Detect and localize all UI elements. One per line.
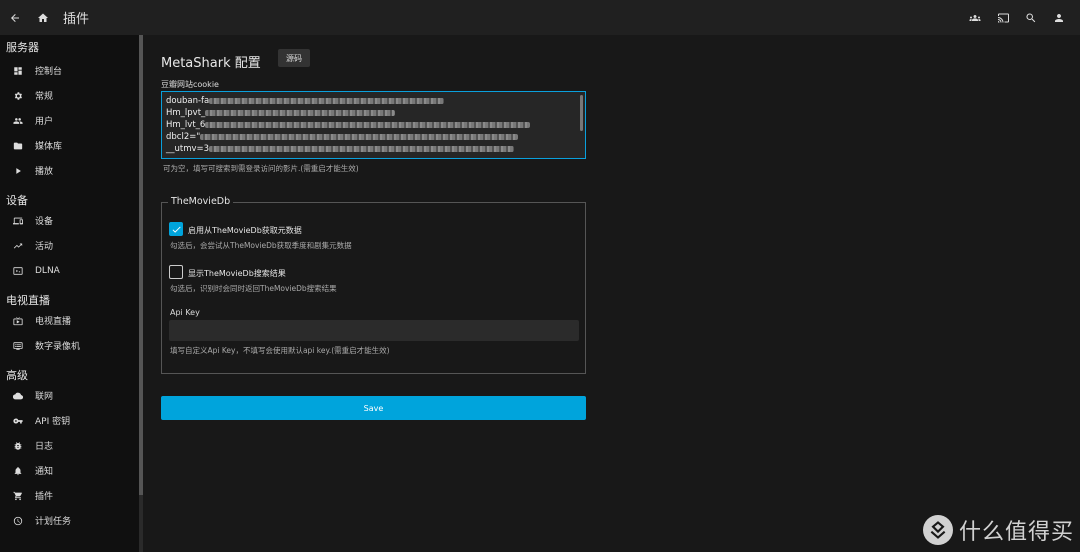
cookie-line: douban-fa [166, 95, 581, 107]
checkmark-icon [172, 226, 181, 233]
sidebar-item-label: 设备 [35, 217, 54, 227]
sidebar-scrollbar[interactable] [139, 35, 143, 552]
sidebar-item-label: 活动 [35, 242, 54, 252]
sidebar-nav: 服务器 控制台 常规 用户 媒体库 播放 设备 设备 活动 DLNA 电视直播 电视直播 数字录像机 高级… [0, 35, 143, 533]
plugin-config-panel: MetaShark 配置 源码 豆瓣网站cookie douban-fa Hm_… [146, 35, 1080, 552]
sidebar-item-clock[interactable]: 计划任务 [0, 508, 143, 533]
sidebar-item-devices[interactable]: 设备 [0, 208, 143, 233]
show-tmdb-results-help: 勾选后，识别时会同时返回TheMovieDb搜索结果 [170, 284, 337, 293]
enable-tmdb-checkbox[interactable] [169, 222, 183, 236]
sidebar-section-title: 电视直播 [6, 294, 50, 307]
account-icon [1055, 14, 1063, 22]
sidebar-item-dvr[interactable]: 数字录像机 [0, 333, 143, 358]
sidebar-item-bell[interactable]: 通知 [0, 458, 143, 483]
sidebar-item-gear[interactable]: 常规 [0, 83, 143, 108]
sidebar-item-label: 数字录像机 [35, 342, 81, 352]
sidebar-section-title: 服务器 [6, 41, 39, 54]
sidebar-item-label: 播放 [35, 167, 54, 177]
sidebar-item-label: 联网 [35, 392, 54, 402]
home-button[interactable] [29, 4, 57, 32]
bell-icon [13, 466, 23, 476]
users-icon [13, 116, 23, 126]
sidebar-item-label: 插件 [35, 492, 54, 502]
sidebar-scroll-thumb[interactable] [139, 35, 143, 495]
cookie-label: 豆瓣网站cookie [161, 80, 219, 89]
tmdb-legend: TheMovieDb [168, 196, 234, 207]
bug-icon [13, 441, 23, 451]
back-arrow-icon [11, 13, 19, 22]
sidebar-item-label: API 密钥 [35, 417, 71, 427]
home-icon [38, 13, 48, 22]
cloud-icon [13, 391, 23, 401]
api-key-label: Api Key [170, 308, 200, 317]
watermark-text: 什么值得买 [958, 520, 1074, 545]
users-button[interactable] [962, 4, 988, 32]
clock-icon [13, 516, 23, 526]
cookie-line: __utmv=3 [166, 143, 581, 155]
gear-icon [13, 91, 23, 101]
sidebar-item-cart[interactable]: 插件 [0, 483, 143, 508]
sidebar-item-label: DLNA [35, 265, 60, 276]
devices-icon [13, 216, 23, 226]
cookie-line: Hm_lvt_6 [166, 119, 581, 131]
sidebar-item-dashboard[interactable]: 控制台 [0, 58, 143, 83]
show-tmdb-results-checkbox[interactable] [169, 265, 183, 279]
sidebar-item-label: 控制台 [35, 67, 63, 77]
search-button[interactable] [1018, 4, 1044, 32]
live-tv-icon [13, 316, 23, 326]
sidebar-item-label: 日志 [35, 442, 54, 452]
sidebar-item-label: 常规 [35, 92, 54, 102]
cart-icon [13, 491, 23, 501]
cookie-help: 可为空，填写可搜索到需登录访问的影片.(需重启才能生效) [163, 164, 359, 173]
sidebar-item-users[interactable]: 用户 [0, 108, 143, 133]
sidebar-item-live-tv[interactable]: 电视直播 [0, 308, 143, 333]
sidebar-item-label: 用户 [35, 117, 54, 127]
show-tmdb-results-label[interactable]: 显示TheMovieDb搜索结果 [188, 268, 286, 279]
cookie-line: dbcl2=" [166, 131, 581, 143]
page-title: 插件 [63, 12, 90, 27]
cast-icon [997, 13, 1009, 23]
back-button[interactable] [1, 4, 29, 32]
account-button[interactable] [1046, 4, 1072, 32]
sidebar-item-bug[interactable]: 日志 [0, 433, 143, 458]
sidebar: 服务器 控制台 常规 用户 媒体库 播放 设备 设备 活动 DLNA 电视直播 电视直播 数字录像机 高级… [0, 35, 143, 552]
source-code-button[interactable]: 源码 [278, 49, 310, 67]
key-icon [13, 416, 23, 426]
api-key-input[interactable] [169, 320, 579, 341]
cookie-textarea[interactable]: douban-fa Hm_lpvt_ Hm_lvt_6 dbcl2=" __ut… [161, 91, 586, 159]
sidebar-item-dlna[interactable]: DLNA [0, 258, 143, 283]
folder-icon [13, 141, 23, 151]
dvr-icon [13, 341, 23, 351]
sidebar-item-activity[interactable]: 活动 [0, 233, 143, 258]
cast-button[interactable] [990, 4, 1016, 32]
enable-tmdb-help: 勾选后，会尝试从TheMovieDb获取季度和剧集元数据 [170, 241, 352, 250]
sidebar-item-cloud[interactable]: 联网 [0, 383, 143, 408]
sidebar-item-play[interactable]: 播放 [0, 158, 143, 183]
plugin-title: MetaShark 配置 [161, 56, 261, 71]
sidebar-section-title: 高级 [6, 369, 28, 382]
sidebar-item-folder[interactable]: 媒体库 [0, 133, 143, 158]
enable-tmdb-label[interactable]: 启用从TheMovieDb获取元数据 [188, 225, 302, 236]
play-icon [13, 166, 23, 176]
api-key-help: 填写自定义Api Key，不填写会使用默认api key.(需重启才能生效) [170, 346, 390, 355]
watermark-logo-icon [922, 515, 953, 545]
cookie-line: Hm_lpvt_ [166, 107, 581, 119]
watermark: 什么值得买 [922, 514, 1074, 546]
sidebar-item-label: 媒体库 [35, 142, 63, 152]
sidebar-item-label: 计划任务 [35, 517, 72, 527]
sidebar-item-key[interactable]: API 密钥 [0, 408, 143, 433]
app-header: 插件 [0, 0, 1080, 35]
dashboard-icon [13, 66, 23, 76]
sidebar-section-title: 设备 [6, 194, 28, 207]
save-button[interactable]: Save [161, 396, 586, 420]
sidebar-item-label: 电视直播 [35, 317, 72, 327]
users-icon [969, 15, 981, 21]
sidebar-item-label: 通知 [35, 467, 54, 477]
textarea-scrollbar[interactable] [580, 95, 583, 131]
dlna-icon [13, 266, 23, 276]
search-icon [1026, 13, 1036, 23]
activity-icon [13, 241, 23, 251]
